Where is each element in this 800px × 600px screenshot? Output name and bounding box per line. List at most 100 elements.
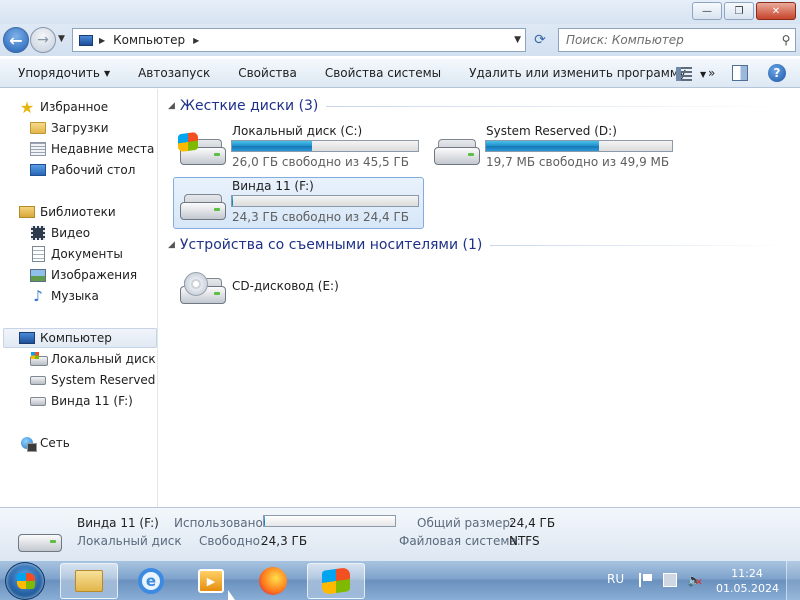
collapse-triangle-icon[interactable]: ◢ [168,101,175,111]
taskbar-firefox[interactable] [244,563,302,599]
sidebar-item-label: Документы [51,247,123,261]
drive-usage-bar [231,140,419,152]
forward-button[interactable]: → [30,27,56,53]
search-placeholder: Поиск: Компьютер [566,33,684,47]
organize-button[interactable]: Упорядочить ▼ [0,58,124,88]
action-center-flag-icon[interactable] [639,573,653,587]
back-button[interactable]: ← [3,27,29,53]
details-total-value: 24,4 ГБ [509,516,556,530]
volume-muted-icon[interactable]: 🔈 [687,573,703,590]
properties-button[interactable]: Свойства [224,58,311,88]
sidebar-item-music[interactable]: ♪ Музыка [30,286,99,306]
collapse-triangle-icon[interactable]: ◢ [168,240,175,250]
sidebar-item-downloads[interactable]: Загрузки [30,118,109,138]
help-button[interactable]: ? [768,64,786,82]
address-dropdown-icon[interactable]: ▼ [514,35,521,45]
taskbar-internet-explorer[interactable]: e [122,563,180,599]
network-tray-icon[interactable] [663,573,677,587]
clock-time: 11:24 [731,567,763,580]
details-used-label: Использовано: [174,516,267,530]
system-clock[interactable]: 11:24 01.05.2024 [716,566,779,596]
details-drive-type: Локальный диск [77,534,182,548]
sidebar-item-recent-places[interactable]: Недавние места [30,139,154,159]
search-icon[interactable]: ⚲ [777,33,795,47]
taskbar: e ▶ RU 🔈 11:24 01.05.2024 [0,560,800,600]
back-arrow-icon: ← [9,30,23,50]
sidebar-item-network[interactable]: Сеть [19,433,70,453]
breadcrumb-chevron-icon[interactable]: ▶ [193,36,199,45]
clock-date: 01.05.2024 [716,582,779,595]
sidebar-item-favorites[interactable]: ★ Избранное [19,97,108,117]
show-desktop-button[interactable] [786,561,800,600]
drive-icon [18,522,62,552]
refresh-button[interactable]: ⟳ [528,28,552,52]
content-pane: ◢ Жесткие диски (3) Локальный диск (C:) … [159,89,800,507]
uninstall-program-button[interactable]: Удалить или изменить программу [455,58,700,88]
start-button[interactable] [5,562,45,600]
drive-usage-fill [232,196,233,206]
sidebar-item-drive-c[interactable]: Локальный диск (C:) [30,349,157,369]
taskbar-windows[interactable] [307,563,365,599]
drive-name: Локальный диск (C:) [232,124,363,138]
sidebar-item-documents[interactable]: Документы [30,244,123,264]
sidebar-item-label: Библиотеки [40,205,116,219]
drive-usage-bar [231,195,419,207]
close-button[interactable]: ✕ [756,2,796,20]
drive-tile-f[interactable]: Винда 11 (F:) 24,3 ГБ свободно из 24,4 Г… [173,177,424,229]
breadcrumb-computer[interactable]: Компьютер [113,33,185,47]
libraries-icon [19,206,35,218]
sidebar-item-images[interactable]: Изображения [30,265,137,285]
sidebar-item-libraries[interactable]: Библиотеки [19,202,116,222]
group-header-removable[interactable]: ◢ Устройства со съемными носителями (1) [168,237,788,253]
sidebar-item-desktop[interactable]: Рабочий стол [30,160,135,180]
navigation-pane: ★ Избранное Загрузки Недавние места Рабо… [0,89,158,507]
drive-usage-fill [486,141,600,151]
taskbar-explorer[interactable] [60,563,118,599]
drive-tile-e[interactable]: CD-дисковод (E:) [174,262,426,314]
maximize-button[interactable]: ❐ [724,2,754,20]
drive-tile-c[interactable]: Локальный диск (C:) 26,0 ГБ свободно из … [174,123,426,175]
sidebar-item-label: Музыка [51,289,99,303]
sidebar-item-label: Компьютер [40,331,112,345]
sidebar-item-label: Изображения [51,268,138,282]
chevron-down-icon[interactable]: ▼ [700,70,706,79]
downloads-folder-icon [30,122,46,134]
system-properties-button[interactable]: Свойства системы [311,58,455,88]
drive-icon [30,375,46,385]
minimize-button[interactable]: — [692,2,722,20]
change-view-button[interactable]: ▼ [676,63,716,85]
search-input[interactable]: Поиск: Компьютер ⚲ [558,28,796,52]
mouse-cursor [228,590,235,600]
cd-drive-icon [178,272,226,306]
sidebar-item-computer[interactable]: Компьютер [3,328,157,348]
autoplay-button[interactable]: Автозапуск [124,58,224,88]
sidebar-item-drive-f[interactable]: Винда 11 (F:) [30,391,133,411]
sidebar-item-label: Винда 11 (F:) [51,394,133,408]
preview-pane-button[interactable] [732,65,748,81]
help-icon: ? [773,66,781,80]
window-controls: — ❐ ✕ [692,2,796,20]
firefox-icon [259,567,287,595]
title-bar: — ❐ ✕ [0,0,800,24]
recent-pages-dropdown[interactable]: ▼ [58,34,65,44]
address-bar[interactable]: ▶ Компьютер ▶ ▼ [72,28,526,52]
explorer-icon [75,570,103,592]
windows-drive-icon [178,131,226,167]
media-player-icon: ▶ [198,569,224,593]
breadcrumb-chevron-icon[interactable]: ▶ [99,36,105,45]
drive-tile-d[interactable]: System Reserved (D:) 19,7 МБ свободно из… [428,123,680,175]
drive-free-space: 26,0 ГБ свободно из 45,5 ГБ [232,155,410,169]
group-header-label: Жесткие диски (3) [179,98,319,114]
drive-usage-fill [232,141,312,151]
details-usage-bar [263,515,396,527]
star-icon: ★ [19,97,35,117]
sidebar-item-video[interactable]: Видео [30,223,90,243]
group-header-hard-disks[interactable]: ◢ Жесткие диски (3) [168,98,788,114]
language-indicator[interactable]: RU [607,572,624,586]
music-icon: ♪ [33,287,43,305]
sidebar-item-drive-d[interactable]: System Reserved (D:) [30,370,157,390]
recent-places-icon [30,142,46,156]
chevron-down-icon: ▼ [103,69,111,78]
drive-name: CD-дисковод (E:) [232,279,339,293]
group-divider [490,244,788,246]
